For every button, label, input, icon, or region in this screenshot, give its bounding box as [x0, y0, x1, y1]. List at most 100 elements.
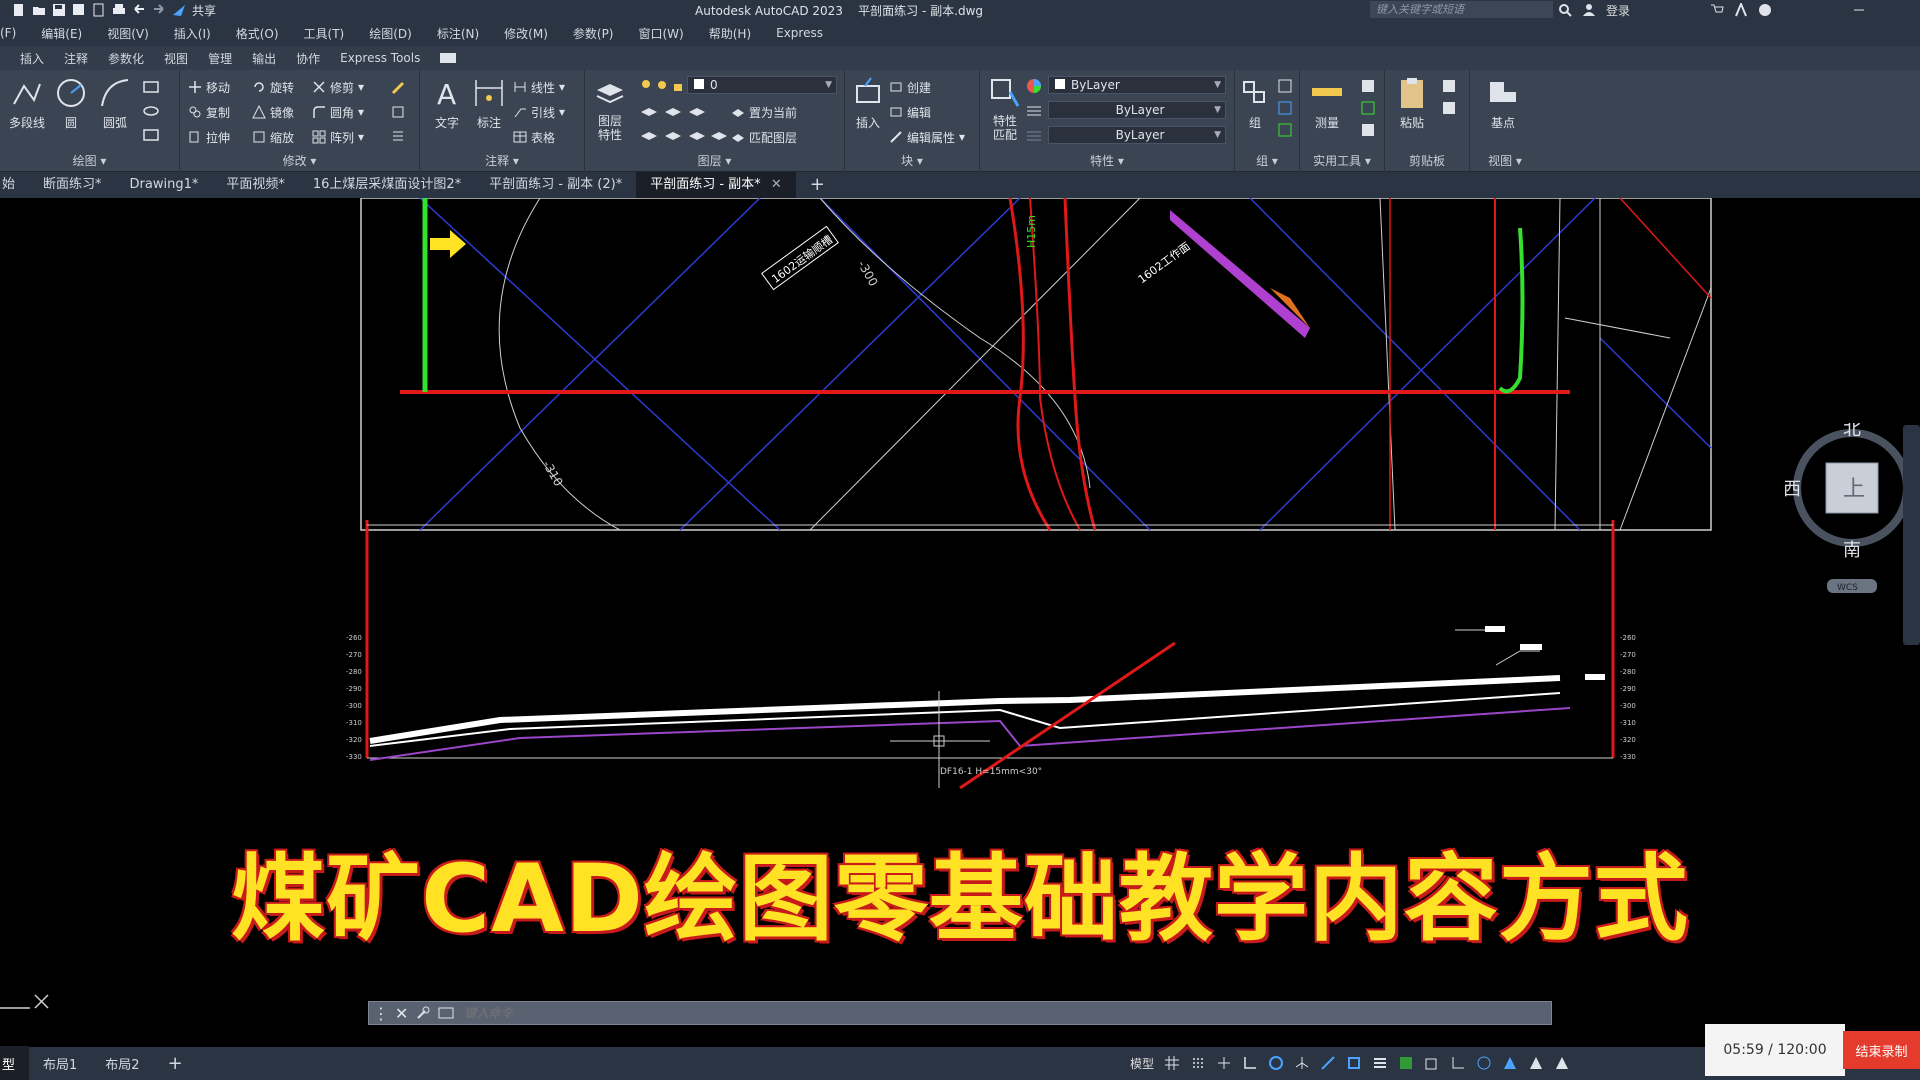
doc-tab-practice-copy[interactable]: 平剖面练习 - 副本* ✕ — [636, 172, 796, 198]
polar-tracking-icon[interactable] — [1268, 1055, 1284, 1071]
viewcube-south[interactable]: 南 — [1843, 540, 1861, 561]
edit-block-button[interactable]: 编辑 — [889, 103, 931, 121]
clipboard-tools-icons[interactable] — [1441, 78, 1457, 120]
linetype-icon[interactable] — [1026, 103, 1042, 119]
grid-icon[interactable] — [1164, 1055, 1180, 1071]
linear-button[interactable]: 线性 ▾ — [513, 78, 565, 96]
sun-icon[interactable] — [655, 78, 669, 92]
modify-panel-title[interactable]: 修改 ▾ — [180, 152, 419, 169]
scale-button[interactable]: 缩放 — [252, 128, 294, 146]
tab-layout1[interactable]: 布局1 — [29, 1054, 91, 1073]
edit-attributes-button[interactable]: 编辑属性 ▾ — [889, 128, 965, 146]
help-search-input[interactable]: 键入关键字或短语 — [1370, 1, 1553, 18]
layer-tools-icons[interactable] — [639, 102, 729, 144]
tab-output[interactable]: 输出 — [252, 50, 276, 67]
insert-block-button[interactable]: 插入 — [845, 76, 891, 131]
cart-icon[interactable] — [1710, 3, 1724, 17]
tab-model[interactable]: 型 — [0, 1046, 30, 1080]
share-label[interactable]: 共享 — [192, 2, 216, 19]
ortho-icon[interactable] — [1242, 1055, 1258, 1071]
command-input[interactable] — [458, 1006, 1459, 1020]
add-layout-button[interactable]: + — [154, 1053, 197, 1074]
color-wheel-icon[interactable] — [1026, 78, 1042, 94]
menu-help[interactable]: 帮助(H) — [709, 25, 751, 42]
explode-icon[interactable] — [390, 104, 406, 120]
save-as-icon[interactable] — [72, 3, 86, 17]
selection-cycling-icon[interactable] — [1424, 1055, 1440, 1071]
fillet-button[interactable]: 圆角 ▾ — [312, 103, 364, 121]
doc-tab-drawing1[interactable]: Drawing1* — [116, 172, 213, 198]
table-button[interactable]: 表格 — [513, 128, 555, 146]
ribbon-toggle-button[interactable] — [440, 53, 457, 63]
match-properties-button[interactable]: 特性 匹配 — [982, 76, 1028, 142]
rectangle-icon[interactable] — [142, 80, 160, 94]
menu-edit[interactable]: 编辑(E) — [41, 25, 82, 42]
measure-button[interactable]: 测量 — [1304, 76, 1350, 131]
command-grip-icon[interactable]: ⋮ — [373, 1004, 389, 1023]
doc-tab-plan-video[interactable]: 平面视频* — [212, 172, 299, 198]
viewcube[interactable]: 上 北 南 西 东 WCS — [1783, 419, 1920, 598]
tab-view[interactable]: 视图 — [164, 50, 188, 67]
match-layer-button[interactable]: 匹配图层 — [731, 128, 797, 146]
web-mobile-icon[interactable] — [92, 3, 106, 17]
array-button[interactable]: 阵列 ▾ — [312, 128, 364, 146]
end-recording-button[interactable]: 结束录制 — [1843, 1031, 1920, 1069]
open-folder-icon[interactable] — [32, 3, 46, 17]
stretch-button[interactable]: 拉伸 — [188, 128, 230, 146]
menu-draw[interactable]: 绘图(D) — [369, 25, 412, 42]
tab-insert[interactable]: 插入 — [20, 50, 44, 67]
lineweight-dropdown[interactable]: ByLayer ▼ — [1048, 126, 1226, 144]
model-space-label[interactable]: 模型 — [1130, 1055, 1154, 1072]
draw-panel-title[interactable]: 绘图 ▾ — [0, 152, 179, 169]
navigation-bar[interactable] — [1903, 425, 1920, 645]
redo-icon[interactable] — [152, 3, 166, 17]
command-history-icon[interactable] — [438, 1006, 458, 1020]
doc-tab-practice-copy-2[interactable]: 平剖面练习 - 副本 (2)* — [475, 172, 636, 198]
doc-tab-section-practice[interactable]: 断面练习* — [29, 172, 116, 198]
login-label[interactable]: 登录 — [1606, 2, 1630, 19]
share-icon[interactable] — [172, 3, 186, 17]
layers-panel-title[interactable]: 图层 ▾ — [585, 152, 844, 169]
tab-manage[interactable]: 管理 — [208, 50, 232, 67]
viewcube-west[interactable]: 西 — [1783, 479, 1801, 500]
menu-file[interactable]: (F) — [0, 26, 16, 40]
object-snap-tracking-icon[interactable] — [1320, 1055, 1336, 1071]
base-view-button[interactable]: 基点 — [1480, 76, 1526, 131]
tab-layout2[interactable]: 布局2 — [91, 1054, 153, 1073]
annotation-scale-icon[interactable] — [1554, 1055, 1570, 1071]
lineweight-icon[interactable] — [1026, 128, 1042, 144]
ucs-dynamic-icon[interactable] — [1450, 1055, 1466, 1071]
trim-button[interactable]: 修剪 ▾ — [312, 78, 364, 96]
customize-wrench-icon[interactable] — [416, 1006, 430, 1020]
save-icon[interactable] — [52, 3, 66, 17]
utility-tools-icons[interactable] — [1360, 78, 1376, 140]
hatch-icon[interactable] — [142, 128, 160, 142]
help-icon[interactable] — [1758, 3, 1772, 17]
menu-tools[interactable]: 工具(T) — [304, 25, 345, 42]
circle-button[interactable]: 圆 — [48, 76, 94, 131]
auto-scale-icon[interactable] — [1528, 1055, 1544, 1071]
tab-express-tools[interactable]: Express Tools — [340, 51, 420, 65]
polyline-button[interactable]: 多段线 — [4, 76, 50, 131]
create-block-button[interactable]: 创建 — [889, 78, 931, 96]
tab-parametric[interactable]: 参数化 — [108, 50, 144, 67]
menu-express[interactable]: Express — [776, 26, 823, 40]
new-file-icon[interactable] — [12, 3, 26, 17]
block-panel-title[interactable]: 块 ▾ — [845, 152, 979, 169]
move-button[interactable]: 移动 — [188, 78, 230, 96]
arc-button[interactable]: 圆弧 — [92, 76, 138, 131]
gizmo-icon[interactable] — [1476, 1055, 1492, 1071]
lineweight-display-icon[interactable] — [1372, 1055, 1388, 1071]
rotate-button[interactable]: 旋转 — [252, 78, 294, 96]
group-button[interactable]: 组 — [1235, 76, 1275, 131]
annotation-panel-title[interactable]: 注释 ▾ — [420, 152, 584, 169]
isodraft-icon[interactable] — [1294, 1055, 1310, 1071]
object-snap-icon[interactable] — [1346, 1055, 1362, 1071]
menu-window[interactable]: 窗口(W) — [639, 25, 684, 42]
infer-constraints-icon[interactable] — [1216, 1055, 1232, 1071]
properties-panel-title[interactable]: 特性 ▾ — [980, 152, 1234, 169]
plot-icon[interactable] — [112, 3, 126, 17]
user-icon[interactable] — [1582, 3, 1596, 17]
tab-annotate[interactable]: 注释 — [64, 50, 88, 67]
tab-collaborate[interactable]: 协作 — [296, 50, 320, 67]
